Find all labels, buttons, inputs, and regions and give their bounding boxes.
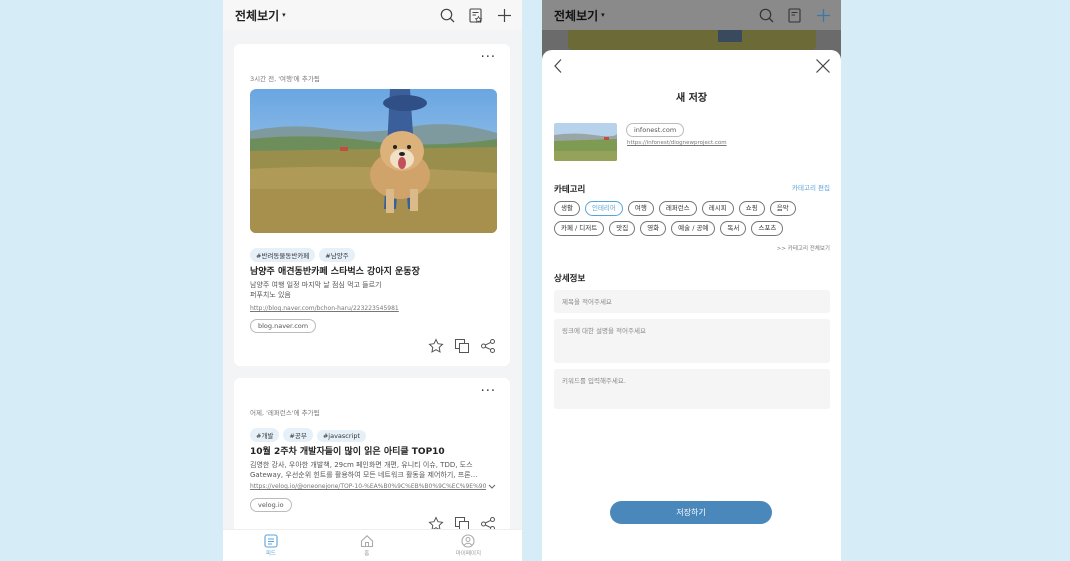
description-input[interactable]: 링크에 대한 설명을 적어주세요 xyxy=(554,319,830,363)
bookmark-card[interactable]: ··· 어제, '레퍼런스'에 추가됨 #개발 #공부 #javascript 10… xyxy=(234,378,510,538)
card-description-line: 남양주 여행 일정 마지막 날 점심 먹고 들르기 xyxy=(250,281,382,289)
card-description: 김영한 강사, 우아한 개발책, 29cm 페인화면 개편, 유니티 이슈, T… xyxy=(250,460,498,480)
sheet-title: 새 저장 xyxy=(675,93,708,104)
category-label: 카테고리 xyxy=(554,185,586,195)
search-icon[interactable] xyxy=(759,8,774,23)
category-chip[interactable]: 독서 xyxy=(720,221,747,236)
category-list: 생활 인테리어 여행 레퍼런스 레시피 쇼핑 음악 카페 / 디저트 맛집 영화… xyxy=(554,201,834,236)
bookmark-list-icon[interactable] xyxy=(788,7,802,23)
card-description-line: 퍼푸치노 있음 xyxy=(250,291,291,299)
tab-mypage[interactable]: 마이페이지 xyxy=(456,534,481,557)
domain-chip[interactable]: velog.io xyxy=(250,498,292,512)
details-label: 상세정보 xyxy=(554,274,586,284)
card-title[interactable]: 남양주 애견동반카페 스타벅스 강아지 운동장 xyxy=(250,264,420,277)
view-filter-dropdown[interactable]: 전체보기 ▾ xyxy=(235,7,286,24)
star-icon[interactable] xyxy=(428,338,444,354)
keyword-input[interactable]: 키워드를 입력해주세요. xyxy=(554,369,830,409)
card-meta: 3시간 전, '여행'에 추가됨 xyxy=(250,75,320,83)
category-chip[interactable]: 레시피 xyxy=(701,201,734,216)
more-options-icon[interactable]: ··· xyxy=(481,385,496,398)
feed-screen: 전체보기 ▾ ··· 3시간 전, '여행'에 추가됨 #반려동물동반카페 #남… xyxy=(223,0,522,561)
card-description: 남양주 여행 일정 마지막 날 점심 먹고 들르기 퍼푸치노 있음 xyxy=(250,280,498,300)
home-icon xyxy=(360,534,374,548)
tag-chip[interactable]: #남양주 xyxy=(319,248,355,262)
category-chip[interactable]: 스포츠 xyxy=(751,221,784,236)
view-filter-label: 전체보기 xyxy=(554,8,599,23)
close-icon[interactable] xyxy=(815,58,831,74)
card-tags: #개발 #공부 #javascript xyxy=(250,423,370,442)
category-chip[interactable]: 영화 xyxy=(640,221,667,236)
tab-label: 마이페이지 xyxy=(455,551,482,557)
tag-chip[interactable]: #javascript xyxy=(316,430,367,442)
category-chip[interactable]: 카페 / 디저트 xyxy=(554,221,605,236)
back-arrow-icon[interactable] xyxy=(552,58,564,74)
card-description-line: Gateway, 우선순위 힌트를 활용하여 모든 네트워크 활동을 제어하기,… xyxy=(250,471,478,479)
new-save-screen: 전체보기 ▾ 새 저장 infonest.com https://infones… xyxy=(542,0,841,561)
category-chip[interactable]: 맛집 xyxy=(609,221,636,236)
profile-icon xyxy=(461,534,475,548)
add-icon[interactable] xyxy=(497,8,512,23)
card-link[interactable]: https://velog.io/@oneonejone/TOP-10-%EA%… xyxy=(250,483,486,490)
tag-chip[interactable]: #반려동물동반카페 xyxy=(250,248,316,262)
bookmark-card[interactable]: ··· 3시간 전, '여행'에 추가됨 #반려동물동반카페 #남양주 남양주 … xyxy=(234,44,510,366)
new-save-sheet: 새 저장 infonest.com https://infonest/diogn… xyxy=(542,50,841,561)
edit-category-link[interactable]: 카테고리 편집 xyxy=(792,182,830,192)
save-button[interactable]: 저장하기 xyxy=(610,501,772,524)
category-chip[interactable]: 예술 / 공예 xyxy=(671,221,716,236)
tag-chip[interactable]: #개발 xyxy=(250,428,280,442)
feed-icon xyxy=(264,534,278,548)
view-filter-label: 전체보기 xyxy=(235,8,280,23)
card-tags: #반려동물동반카페 #남양주 xyxy=(250,243,359,262)
card-link[interactable]: http://blog.naver.com/bchon-haru/2232235… xyxy=(250,305,498,312)
view-filter-dropdown[interactable]: 전체보기 ▾ xyxy=(554,7,605,24)
category-chip[interactable]: 레퍼런스 xyxy=(658,201,697,216)
share-icon[interactable] xyxy=(480,338,496,354)
copy-icon[interactable] xyxy=(454,338,470,354)
view-all-categories-link[interactable]: >> 카테고리 전체보기 xyxy=(777,244,830,252)
top-bar: 전체보기 ▾ xyxy=(223,0,522,30)
chevron-down-icon[interactable] xyxy=(488,484,496,490)
category-chip[interactable]: 음악 xyxy=(769,201,796,216)
card-description-line: 김영한 강사, 우아한 개발책, 29cm 페인화면 개편, 유니티 이슈, T… xyxy=(250,461,473,469)
card-meta: 어제, '레퍼런스'에 추가됨 xyxy=(250,409,320,417)
link-url[interactable]: https://infonest/diognewproject.com xyxy=(627,140,727,146)
category-chip[interactable]: 생활 xyxy=(554,201,580,216)
tab-feed[interactable]: 피드 xyxy=(264,534,278,557)
bottom-tab-bar: 피드 홈 마이페이지 xyxy=(223,529,522,561)
card-title[interactable]: 10월 2주차 개발자들이 많이 읽은 아티클 TOP10 xyxy=(250,444,445,457)
caret-down-icon: ▾ xyxy=(282,11,286,19)
card-actions xyxy=(428,338,496,354)
bookmark-list-icon[interactable] xyxy=(469,7,483,23)
domain-chip[interactable]: blog.naver.com xyxy=(250,319,317,333)
card-image xyxy=(250,89,497,233)
background-card-image xyxy=(568,30,816,50)
caret-down-icon: ▾ xyxy=(601,11,605,19)
category-chip-selected[interactable]: 인테리어 xyxy=(584,201,623,216)
tab-home[interactable]: 홈 xyxy=(360,534,374,557)
category-chip[interactable]: 쇼핑 xyxy=(738,201,765,216)
search-icon[interactable] xyxy=(440,8,455,23)
link-thumbnail xyxy=(554,123,617,161)
domain-chip: infonest.com xyxy=(626,123,685,137)
more-options-icon[interactable]: ··· xyxy=(481,51,496,64)
title-input[interactable]: 제목을 적어주세요 xyxy=(554,290,830,313)
add-icon[interactable] xyxy=(816,8,831,23)
category-chip[interactable]: 여행 xyxy=(627,201,654,216)
tag-chip[interactable]: #공부 xyxy=(283,428,313,442)
tab-label: 피드 xyxy=(265,551,276,557)
top-bar: 전체보기 ▾ xyxy=(542,0,841,30)
tab-label: 홈 xyxy=(364,551,370,557)
